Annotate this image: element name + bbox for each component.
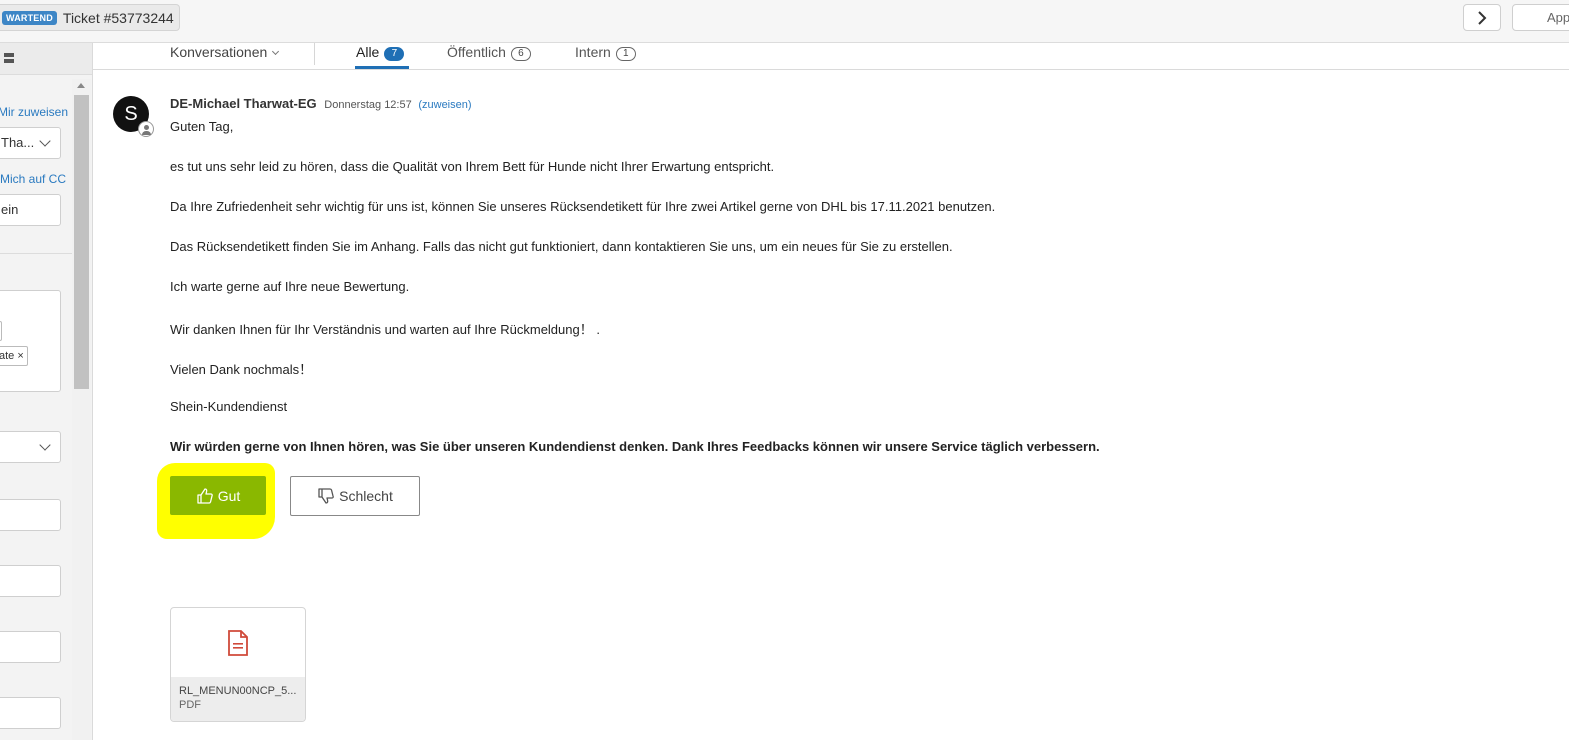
message-line: Ich warte gerne auf Ihre neue Bewertung.	[170, 279, 410, 294]
message-line: Shein-Kundendienst	[170, 399, 288, 414]
attachment-name: RL_MENUN00NCP_5...	[179, 685, 297, 697]
chevron-down-icon	[39, 135, 51, 147]
conversations-dropdown[interactable]: Konversationen	[170, 44, 280, 60]
status-badge: WARTEND	[2, 10, 57, 25]
pdf-file-icon	[228, 630, 248, 656]
sidebar-scrollbar[interactable]	[72, 79, 91, 740]
tags-field[interactable]: t ate ×	[0, 290, 61, 392]
tab-internal[interactable]: Intern 1	[575, 44, 636, 61]
cc-value: ein	[1, 202, 19, 217]
tab-public-count: 6	[510, 47, 531, 61]
sidebar-divider	[0, 253, 72, 254]
tab-internal-label: Intern	[575, 44, 611, 60]
next-ticket-button[interactable]	[1463, 4, 1501, 31]
chevron-right-icon	[1478, 10, 1487, 25]
field-input[interactable]	[0, 565, 61, 597]
message-line: Da Ihre Zufriedenheit sehr wichtig für u…	[170, 199, 996, 214]
ticket-title: Ticket #53773244	[62, 9, 174, 26]
tag-item[interactable]: t	[0, 321, 3, 341]
user-icon	[138, 121, 154, 137]
message-header: DE-Michael Tharwat-EG Donnerstag 12:57 (…	[170, 96, 472, 111]
scroll-up-arrow-icon[interactable]	[77, 83, 85, 88]
message-line: Vielen Dank nochmals！	[170, 362, 313, 377]
field-select[interactable]	[0, 431, 61, 463]
message-line: Guten Tag,	[170, 119, 234, 134]
field-input[interactable]	[0, 499, 61, 531]
ticket-properties-sidebar: Mir zuweisen Tha... Mich auf CC ein t at…	[0, 43, 93, 740]
field-input[interactable]	[0, 697, 61, 729]
attachment-card[interactable]: RL_MENUN00NCP_5... PDF	[170, 607, 306, 722]
thumbs-down-icon	[318, 488, 334, 504]
assign-me-link[interactable]: Mir zuweisen	[0, 105, 68, 119]
tab-public-label: Öffentlich	[447, 44, 506, 60]
scrollbar-thumb[interactable]	[74, 95, 89, 389]
close-icon[interactable]: ×	[17, 350, 23, 362]
message-date: Donnerstag 12:57	[324, 99, 412, 111]
chevron-down-icon	[272, 47, 280, 56]
panel-icon	[4, 53, 14, 63]
tab-all-count: 7	[384, 47, 405, 61]
cc-input[interactable]: ein	[0, 194, 61, 226]
tab-divider	[314, 43, 315, 65]
assign-link[interactable]: (zuweisen)	[418, 99, 471, 111]
attachment-type: PDF	[179, 699, 201, 711]
attachment-footer: RL_MENUN00NCP_5... PDF	[171, 677, 305, 721]
sidebar-header	[0, 43, 92, 75]
assignee-select[interactable]: Tha...	[0, 127, 61, 159]
tag-label: ate	[0, 350, 15, 362]
message-line: Das Rücksendetikett finden Sie im Anhang…	[170, 239, 953, 254]
tag-item[interactable]: ate ×	[0, 346, 28, 366]
conversation-tabs: Konversationen Alle 7 Öffentlich 6 Intern 1	[93, 43, 1569, 70]
good-feedback-button[interactable]: Gut	[170, 476, 266, 515]
bad-feedback-label: Schlecht	[339, 488, 393, 504]
assignee-value: Tha...	[1, 135, 35, 150]
tab-internal-count: 1	[615, 47, 636, 61]
ticket-tab[interactable]: WARTEND Ticket #53773244	[0, 4, 180, 31]
top-bar: WARTEND Ticket #53773244 App	[0, 0, 1569, 43]
field-input[interactable]	[0, 631, 61, 663]
tab-all[interactable]: Alle 7	[356, 44, 405, 61]
apply-macro-button[interactable]: App	[1512, 4, 1569, 31]
good-feedback-label: Gut	[217, 487, 241, 504]
thumbs-up-icon	[197, 487, 213, 504]
conversation-pane: Konversationen Alle 7 Öffentlich 6 Intern 1…	[93, 43, 1569, 740]
message-line: Wir danken Ihnen für Ihr Verständnis und…	[170, 322, 600, 337]
tab-all-label: Alle	[356, 44, 380, 60]
active-tab-indicator	[355, 66, 409, 69]
bad-feedback-button[interactable]: Schlecht	[290, 476, 420, 516]
chevron-down-icon	[39, 439, 51, 451]
tab-public[interactable]: Öffentlich 6	[447, 44, 531, 61]
feedback-prompt: Wir würden gerne von Ihnen hören, was Si…	[170, 439, 1100, 454]
message-line: es tut uns sehr leid zu hören, dass die …	[170, 159, 775, 174]
cc-me-link[interactable]: Mich auf CC	[0, 172, 66, 186]
sender-name[interactable]: DE-Michael Tharwat-EG	[170, 96, 317, 111]
conversations-label: Konversationen	[170, 44, 268, 60]
